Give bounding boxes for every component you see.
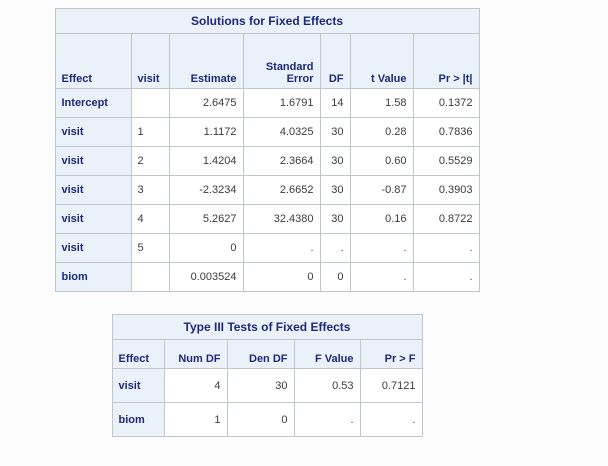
value-cell: 1 (163, 402, 228, 437)
value-cell: 0.3903 (412, 175, 480, 205)
column-header: Effect (111, 339, 165, 369)
column-header-row: Effect visit Estimate Standard Error DF t Val… (54, 33, 480, 89)
sas-output-area: Solutions for Fixed Effects Effect visit E… (0, 0, 534, 437)
value-cell: 5 (130, 233, 170, 263)
effect-cell: visit (54, 175, 132, 205)
value-cell: 2.3664 (242, 146, 321, 176)
value-cell: 4.0325 (242, 117, 321, 147)
column-header: DF (319, 33, 351, 89)
value-cell: . (293, 402, 361, 437)
effect-cell: visit (54, 146, 132, 176)
table-row: visit 5 0.... (54, 233, 480, 263)
table-row: biom 0.003524 0 0.. (54, 262, 480, 292)
value-cell: 30 (319, 117, 351, 147)
value-cell: 0.7836 (412, 117, 480, 147)
effect-cell: Intercept (54, 88, 132, 118)
value-cell: 5.2627 (168, 204, 244, 234)
value-cell (130, 262, 170, 292)
table-row: visit 2 1.4204 2.3664 30 0.60 0.5529 (54, 146, 480, 176)
effect-cell: visit (54, 117, 132, 147)
value-cell: 0 (168, 233, 244, 263)
effect-cell: visit (111, 368, 165, 403)
value-cell: 0.003524 (168, 262, 244, 292)
sas-results-viewer: Solutions for Fixed Effects Effect visit E… (0, 0, 608, 466)
value-cell: 1.58 (349, 88, 414, 118)
table-row: visit 1 1.1172 4.0325 30 0.28 0.7836 (54, 117, 480, 147)
value-cell: 3 (130, 175, 170, 205)
table-title: Solutions for Fixed Effects (54, 8, 480, 34)
value-cell: 0 (319, 262, 351, 292)
value-cell: 1 (130, 117, 170, 147)
value-cell: 0.53 (293, 368, 361, 403)
column-header: Pr > |t| (412, 33, 480, 89)
value-cell: 0.7121 (359, 368, 423, 403)
value-cell (130, 88, 170, 118)
value-cell: . (242, 233, 321, 263)
value-cell: 32.4380 (242, 204, 321, 234)
table-row: biom 1 0.. (111, 402, 423, 437)
value-cell: . (412, 233, 480, 263)
solutions-for-fixed-effects-table: Solutions for Fixed Effects Effect visit E… (54, 8, 480, 292)
value-cell: 0.16 (349, 204, 414, 234)
type3-tests-of-fixed-effects-table: Type III Tests of Fixed Effects Effect Nu… (111, 314, 423, 437)
effect-cell: biom (111, 402, 165, 437)
table-row: visit 4 5.2627 32.4380 30 0.16 0.8722 (54, 204, 480, 234)
column-header: F Value (293, 339, 361, 369)
table-row: visit 4 30 0.53 0.7121 (111, 368, 423, 403)
value-cell: 0.5529 (412, 146, 480, 176)
column-header: Num DF (163, 339, 228, 369)
column-header: visit (130, 33, 170, 89)
value-cell: 0 (226, 402, 295, 437)
table-title-row: Solutions for Fixed Effects (54, 8, 480, 34)
value-cell: 4 (163, 368, 228, 403)
value-cell: 0.28 (349, 117, 414, 147)
table-body: visit 4 30 0.53 0.7121 biom 1 0.. (111, 368, 423, 437)
table-title: Type III Tests of Fixed Effects (111, 314, 423, 340)
effect-cell: visit (54, 233, 132, 263)
value-cell: . (359, 402, 423, 437)
value-cell: . (412, 262, 480, 292)
value-cell: . (349, 262, 414, 292)
value-cell: 2.6475 (168, 88, 244, 118)
value-cell: 30 (319, 175, 351, 205)
table-title-row: Type III Tests of Fixed Effects (111, 314, 423, 340)
value-cell: 30 (319, 204, 351, 234)
value-cell: -0.87 (349, 175, 414, 205)
value-cell: 2 (130, 146, 170, 176)
value-cell: 0.1372 (412, 88, 480, 118)
effect-cell: visit (54, 204, 132, 234)
column-header: Den DF (226, 339, 295, 369)
column-header-row: Effect Num DF Den DF F Value Pr > F (111, 339, 423, 369)
column-header: t Value (349, 33, 414, 89)
column-header: Pr > F (359, 339, 423, 369)
value-cell: 1.6791 (242, 88, 321, 118)
value-cell: 1.1172 (168, 117, 244, 147)
value-cell: -2.3234 (168, 175, 244, 205)
value-cell: 0.60 (349, 146, 414, 176)
column-header: Effect (54, 33, 132, 89)
value-cell: 0.8722 (412, 204, 480, 234)
table-body: Intercept 2.6475 1.6791 14 1.58 0.1372 visit 1 1… (54, 88, 480, 292)
value-cell: 2.6652 (242, 175, 321, 205)
table-row: visit 3 -2.3234 2.6652 30 -0.87 0.3903 (54, 175, 480, 205)
effect-cell: biom (54, 262, 132, 292)
column-header: Estimate (168, 33, 244, 89)
column-header: Standard Error (242, 33, 321, 89)
value-cell: 30 (319, 146, 351, 176)
value-cell: . (349, 233, 414, 263)
value-cell: 4 (130, 204, 170, 234)
value-cell: 30 (226, 368, 295, 403)
value-cell: 14 (319, 88, 351, 118)
value-cell: 1.4204 (168, 146, 244, 176)
table-row: Intercept 2.6475 1.6791 14 1.58 0.1372 (54, 88, 480, 118)
value-cell: 0 (242, 262, 321, 292)
value-cell: . (319, 233, 351, 263)
